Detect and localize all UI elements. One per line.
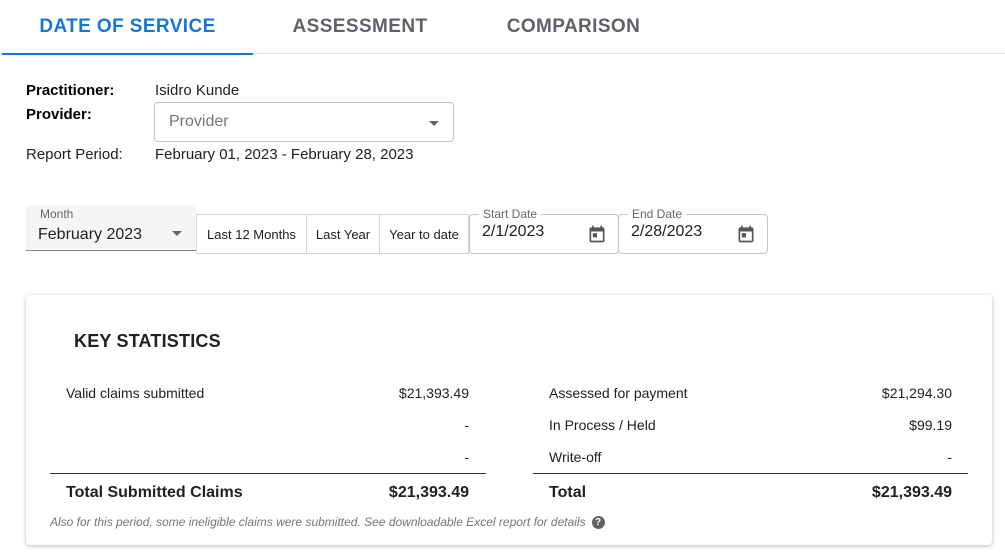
tab-assessment[interactable]: ASSESSMENT <box>253 0 467 54</box>
provider-label: Provider: <box>26 106 92 123</box>
stat-value: - <box>464 417 469 433</box>
stat-value: $99.19 <box>909 417 952 433</box>
key-statistics-card: KEY STATISTICS Valid claims submitted $2… <box>26 295 992 545</box>
total-value: $21,393.49 <box>871 484 952 501</box>
total-submitted-label: Total Submitted Claims <box>66 484 243 501</box>
year-to-date-button[interactable]: Year to date <box>379 214 469 254</box>
end-date-field: End Date <box>618 207 768 254</box>
start-date-label: Start Date <box>479 207 542 221</box>
caret-down-icon <box>172 231 182 236</box>
end-date-label: End Date <box>628 207 687 221</box>
practitioner-value: Isidro Kunde <box>155 82 240 99</box>
provider-placeholder: Provider <box>169 113 229 130</box>
divider <box>50 473 486 474</box>
report-period-label: Report Period: <box>26 146 123 163</box>
help-icon[interactable]: ? <box>591 515 605 529</box>
start-date-field: Start Date <box>469 207 619 254</box>
report-period-value: February 01, 2023 - February 28, 2023 <box>155 146 414 163</box>
calendar-icon[interactable] <box>736 224 756 244</box>
practitioner-label: Practitioner: <box>26 82 115 99</box>
provider-select[interactable]: Provider <box>154 102 454 142</box>
tab-comparison[interactable]: COMPARISON <box>467 0 680 54</box>
stat-label: Valid claims submitted <box>66 385 205 401</box>
stat-label: Assessed for payment <box>549 385 688 401</box>
caret-down-icon <box>429 121 439 126</box>
stat-label: In Process / Held <box>549 417 656 433</box>
ineligible-claims-note: Also for this period, some ineligible cl… <box>50 515 605 529</box>
end-date-input[interactable] <box>631 223 727 241</box>
stat-value: - <box>947 449 952 465</box>
stat-label: Write-off <box>549 449 602 465</box>
total-submitted-value: $21,393.49 <box>388 484 469 501</box>
start-date-input[interactable] <box>482 223 578 241</box>
total-label: Total <box>549 484 587 501</box>
tab-date-of-service[interactable]: DATE OF SERVICE <box>2 0 253 55</box>
month-field-label: Month <box>40 207 74 221</box>
report-tabs: DATE OF SERVICE ASSESSMENT COMPARISON <box>0 0 1005 55</box>
stat-value: $21,294.30 <box>881 385 952 401</box>
key-statistics-title: KEY STATISTICS <box>74 331 221 351</box>
month-field-value: February 2023 <box>38 226 143 243</box>
month-select[interactable]: Month February 2023 <box>26 205 196 251</box>
last-year-button[interactable]: Last Year <box>306 214 380 254</box>
note-text: Also for this period, some ineligible cl… <box>50 515 586 529</box>
last-12-months-button[interactable]: Last 12 Months <box>196 214 307 254</box>
divider <box>533 473 968 474</box>
calendar-icon[interactable] <box>587 224 607 244</box>
stat-value: - <box>464 449 469 465</box>
stat-value: $21,393.49 <box>398 385 469 401</box>
